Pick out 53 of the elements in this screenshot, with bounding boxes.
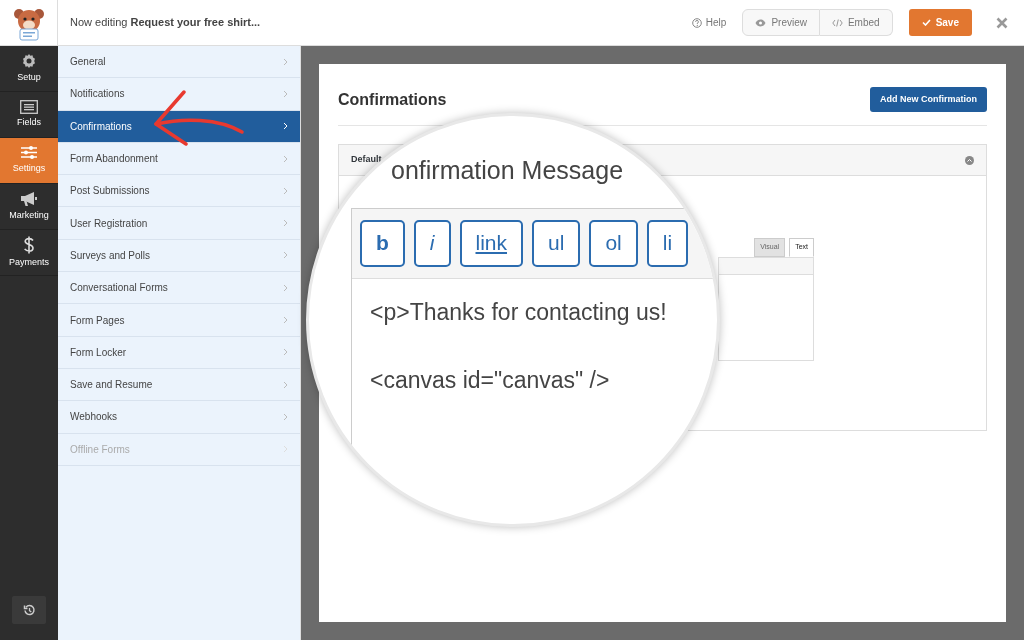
- megaphone-icon: [20, 190, 38, 207]
- help-icon: [691, 17, 702, 28]
- settings-menu-item[interactable]: General: [58, 46, 300, 79]
- list-icon: [20, 99, 38, 114]
- history-icon: [22, 603, 36, 617]
- revisions-button[interactable]: [12, 596, 46, 624]
- gear-icon: [21, 52, 37, 69]
- format-button[interactable]: ul: [532, 219, 581, 267]
- settings-menu-item[interactable]: Surveys and Polls: [58, 239, 300, 273]
- chevron-icon: [283, 219, 288, 228]
- settings-menu-item[interactable]: Conversational Forms: [58, 272, 300, 305]
- section-title: Default: [351, 153, 382, 167]
- settings-menu-item[interactable]: Form Abandonment: [58, 142, 300, 176]
- preview-button[interactable]: Preview: [742, 9, 820, 36]
- embed-button[interactable]: Embed: [819, 9, 893, 36]
- chevron-icon: [283, 283, 288, 292]
- magnified-heading: onfirmation Message: [391, 155, 624, 186]
- add-confirmation-button[interactable]: Add New Confirmation: [870, 86, 987, 113]
- dollar-icon: [23, 235, 35, 254]
- format-button[interactable]: link: [459, 219, 523, 267]
- chevron-icon: [283, 154, 288, 163]
- format-button[interactable]: i: [413, 219, 451, 267]
- panel-title: Confirmations: [338, 89, 447, 110]
- close-icon[interactable]: [996, 16, 1008, 29]
- settings-menu-item[interactable]: Form Pages: [58, 304, 300, 337]
- help-link[interactable]: Help: [705, 15, 727, 30]
- code-line: <p>Thanks for contacting us!: [370, 297, 668, 327]
- settings-menu-item[interactable]: Post Submissions: [58, 175, 300, 208]
- chevron-icon: [283, 251, 288, 260]
- chevron-icon: [283, 57, 288, 66]
- editing-title: Now editing Request your free shirt...: [69, 15, 262, 31]
- format-button[interactable]: li: [646, 219, 689, 267]
- code-line: <canvas id="canvas" />: [370, 366, 611, 395]
- collapse-icon[interactable]: [965, 155, 974, 165]
- checkmark-icon: [921, 19, 931, 26]
- settings-menu-item[interactable]: Webhooks: [58, 401, 300, 434]
- chevron-icon: [283, 89, 288, 98]
- chevron-icon: [283, 412, 288, 421]
- format-button[interactable]: ol: [589, 219, 638, 267]
- chevron-icon: [283, 380, 288, 389]
- chevron-icon: [283, 186, 288, 195]
- settings-menu-item[interactable]: Notifications: [58, 78, 300, 111]
- format-button[interactable]: b: [360, 219, 405, 267]
- code-icon: [831, 18, 843, 27]
- settings-menu-item[interactable]: Form Locker: [58, 336, 300, 369]
- chevron-icon: [283, 348, 288, 357]
- settings-menu-item[interactable]: Save and Resume: [58, 368, 300, 402]
- eye-icon: [755, 18, 767, 27]
- chevron-icon: [283, 445, 288, 454]
- settings-menu-item[interactable]: User Registration: [58, 207, 300, 240]
- chevron-icon: [283, 122, 288, 131]
- chevron-icon: [283, 316, 288, 324]
- sliders-icon: [20, 145, 38, 161]
